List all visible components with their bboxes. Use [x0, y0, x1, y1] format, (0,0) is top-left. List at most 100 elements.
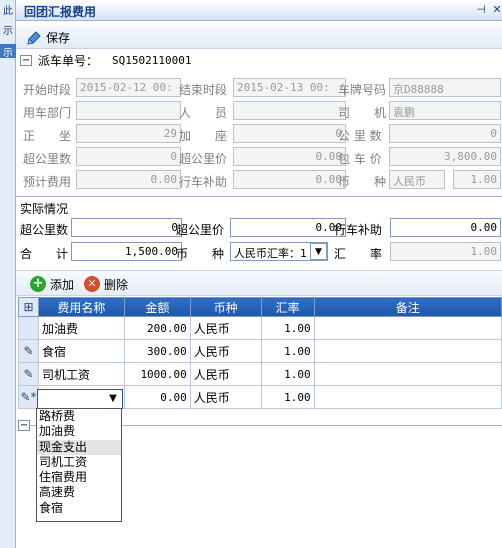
cell-note[interactable]	[313, 316, 502, 340]
dropdown-option-highlighted[interactable]: 现金支出	[37, 439, 121, 455]
edit-pencil-icon[interactable]: ✎	[18, 362, 39, 386]
extra-seats-field[interactable]: 0	[233, 124, 346, 143]
delete-icon: ✕	[84, 276, 100, 292]
dispatch-number-label: 派车单号：	[38, 53, 99, 68]
collapse-toggle[interactable]: −	[18, 420, 30, 431]
dropdown-option[interactable]: 高速费	[37, 485, 121, 500]
km-label: 公 里 数	[338, 129, 382, 143]
header-name[interactable]: 费用名称	[37, 297, 125, 317]
chevron-down-icon[interactable]: ▼	[104, 391, 122, 407]
cell-currency[interactable]: 人民币	[189, 316, 262, 340]
charter-price-field[interactable]: 3,800.00	[389, 147, 501, 166]
collapse-toggle[interactable]: −	[20, 54, 32, 66]
chevron-down-icon[interactable]: ▼	[310, 243, 327, 260]
header-note[interactable]: 备注	[313, 297, 502, 317]
table-row[interactable]: 加油费 200.00 人民币 1.00	[18, 316, 502, 340]
actual-section-label: 实际情况	[20, 202, 69, 216]
left-strip-label[interactable]: 示	[0, 44, 16, 59]
delete-button[interactable]: ✕ 删除	[84, 275, 128, 293]
table-row[interactable]: ✎ 食宿 300.00 人民币 1.00	[18, 339, 502, 363]
cell-amount[interactable]: 0.00	[123, 385, 191, 409]
start-time-field[interactable]: 2015-02-12 00:	[76, 78, 181, 97]
cell-amount[interactable]: 1000.00	[123, 362, 191, 386]
rate-field[interactable]: 1.00	[453, 170, 501, 189]
plate-field[interactable]: 京D88888	[389, 78, 501, 97]
over-km-field[interactable]: 0	[76, 147, 181, 166]
main-toolbar: 保存	[16, 25, 502, 49]
seats-field[interactable]: 29	[76, 124, 181, 143]
window-title-bar: 回团汇报费用 ⊣ ✕	[16, 0, 502, 21]
total-label: 合 计	[20, 247, 69, 261]
cell-currency[interactable]: 人民币	[189, 385, 262, 409]
extra-seats-label: 加 座	[179, 129, 228, 143]
cell-note[interactable]	[313, 385, 502, 409]
dept-label: 用车部门	[23, 106, 72, 120]
cell-currency[interactable]: 人民币	[189, 339, 262, 363]
actual-over-km-field[interactable]: 0	[71, 218, 182, 237]
actual-subsidy-field[interactable]: 0.00	[390, 218, 501, 237]
driver-field[interactable]: 袁鹏	[389, 101, 501, 120]
subsidy-field[interactable]: 0.00	[233, 170, 346, 189]
over-km-price-field[interactable]: 0.00	[233, 147, 346, 166]
cell-name[interactable]: 加油费	[37, 316, 125, 340]
save-label: 保存	[46, 30, 71, 45]
cell-rate[interactable]: 1.00	[260, 339, 315, 363]
total-field[interactable]: 1,500.00	[71, 242, 182, 261]
section-divider	[16, 196, 502, 197]
currency-field[interactable]: 人民币	[389, 170, 445, 189]
cell-name[interactable]: 食宿	[37, 339, 125, 363]
dropdown-option[interactable]: 住宿费用	[37, 470, 121, 485]
save-button[interactable]: 保存	[22, 27, 74, 47]
header-currency[interactable]: 币种	[189, 297, 262, 317]
cell-rate[interactable]: 1.00	[260, 362, 315, 386]
delete-label: 删除	[104, 277, 129, 292]
header-amount[interactable]: 金额	[123, 297, 191, 317]
left-strip-label[interactable]: 示	[0, 22, 16, 37]
actual-over-km-price-label: 超公里价	[176, 223, 225, 237]
person-field[interactable]	[233, 101, 346, 120]
km-field[interactable]: 0	[389, 124, 501, 143]
close-icon[interactable]: ✕	[490, 3, 502, 17]
cell-note[interactable]	[313, 339, 502, 363]
dept-field[interactable]	[76, 101, 181, 120]
dropdown-option[interactable]: 司机工资	[37, 455, 121, 470]
grid-header-row: ⊞ 费用名称 金额 币种 汇率 备注	[18, 297, 502, 317]
add-button[interactable]: + 添加	[30, 275, 74, 293]
edit-pencil-icon[interactable]: ✎	[18, 339, 39, 363]
seats-label: 正 坐	[23, 129, 72, 143]
table-row[interactable]: ✎ 司机工资 1000.00 人民币 1.00	[18, 362, 502, 386]
cell-currency[interactable]: 人民币	[189, 362, 262, 386]
expense-name-dropdown: 路桥费 加油费 现金支出 司机工资 住宿费用 高速费 食宿	[36, 408, 122, 522]
edit-new-row-icon[interactable]: ✎*	[18, 385, 39, 409]
actual-over-km-price-field[interactable]: 0.00	[230, 218, 346, 237]
header-rate[interactable]: 汇率	[260, 297, 315, 317]
add-icon: +	[30, 276, 46, 292]
end-time-label: 结束时段	[179, 83, 228, 97]
dropdown-option[interactable]: 食宿	[37, 501, 121, 516]
est-cost-field[interactable]: 0.00	[76, 170, 181, 189]
row-indicator[interactable]	[18, 316, 39, 340]
dropdown-option[interactable]: 路桥费	[37, 409, 121, 424]
cell-amount[interactable]: 200.00	[123, 316, 191, 340]
driver-label: 司 机	[338, 106, 387, 120]
dropdown-option[interactable]: 加油费	[37, 424, 121, 439]
pin-icon[interactable]: ⊣	[474, 3, 488, 17]
cell-name[interactable]: 司机工资	[37, 362, 125, 386]
left-strip-label[interactable]: 此	[0, 2, 16, 17]
actual-rate-field[interactable]: 1.00	[390, 242, 501, 261]
over-km-label: 超公里数	[23, 152, 72, 166]
cell-rate[interactable]: 1.00	[260, 385, 315, 409]
dispatch-number-value: SQ1502110001	[112, 53, 192, 67]
actual-over-km-label: 超公里数	[20, 223, 69, 237]
plate-label: 车牌号码	[338, 83, 387, 97]
grid-corner-icon[interactable]: ⊞	[18, 297, 39, 317]
charter-price-label: 包 车 价	[338, 152, 382, 166]
currency-label: 币 种	[338, 175, 387, 189]
end-time-field[interactable]: 2015-02-13 00:	[233, 78, 346, 97]
grid-toolbar: + 添加 ✕ 删除	[16, 270, 502, 296]
actual-currency-label: 币 种	[176, 247, 225, 261]
cell-amount[interactable]: 300.00	[123, 339, 191, 363]
cell-rate[interactable]: 1.00	[260, 316, 315, 340]
start-time-label: 开始时段	[23, 83, 72, 97]
cell-note[interactable]	[313, 362, 502, 386]
